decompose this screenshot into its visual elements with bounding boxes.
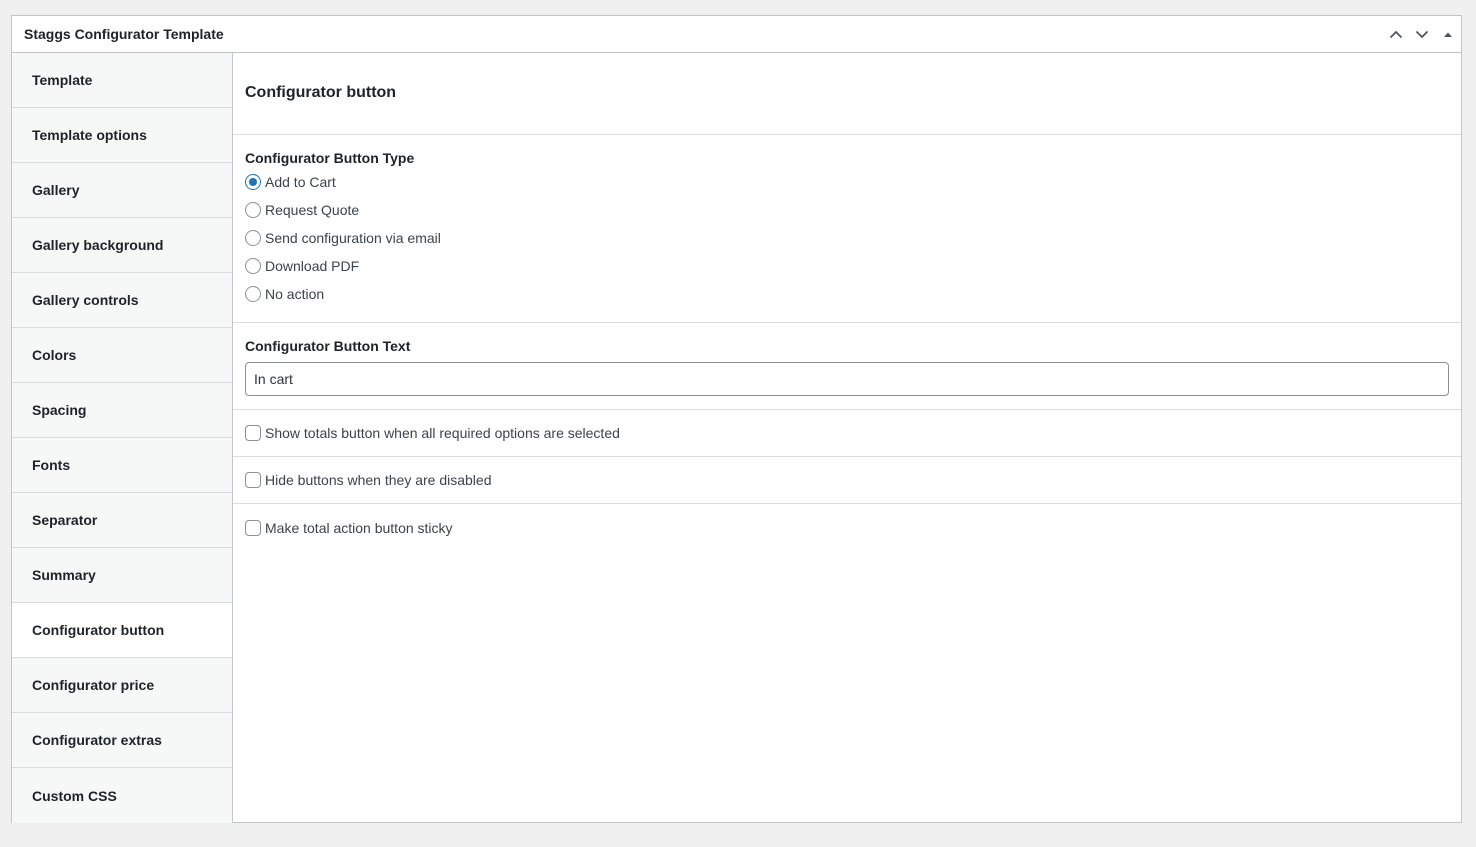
radio-button[interactable] bbox=[245, 174, 261, 190]
panel-body: Template Template options Gallery Galler… bbox=[12, 53, 1461, 823]
sidebar-item-configurator-extras[interactable]: Configurator extras bbox=[12, 713, 232, 768]
triangle-up-icon bbox=[1444, 32, 1452, 37]
radio-option-request-quote[interactable]: Request Quote bbox=[245, 196, 1449, 224]
sticky-button-option[interactable]: Make total action button sticky bbox=[233, 504, 1461, 551]
sidebar-item-template[interactable]: Template bbox=[12, 53, 232, 108]
sidebar-item-custom-css[interactable]: Custom CSS bbox=[12, 768, 232, 823]
sidebar-item-label: Template bbox=[32, 72, 93, 88]
sidebar-item-label: Separator bbox=[32, 512, 98, 528]
show-totals-option[interactable]: Show totals button when all required opt… bbox=[233, 410, 1461, 457]
toggle-panel-button[interactable] bbox=[1435, 16, 1461, 52]
button-type-options: Add to Cart Request Quote Send configura… bbox=[245, 168, 1449, 308]
radio-option-send-email[interactable]: Send configuration via email bbox=[245, 224, 1449, 252]
sidebar-item-label: Configurator price bbox=[32, 677, 155, 693]
checkbox-label: Hide buttons when they are disabled bbox=[265, 472, 492, 488]
sidebar-item-label: Gallery background bbox=[32, 237, 164, 253]
template-settings-panel: Staggs Configurator Template Template Te… bbox=[11, 15, 1462, 823]
sidebar-item-label: Fonts bbox=[32, 457, 71, 473]
sidebar-item-colors[interactable]: Colors bbox=[12, 328, 232, 383]
radio-option-label: Send configuration via email bbox=[265, 230, 441, 246]
radio-option-label: Add to Cart bbox=[265, 174, 336, 190]
checkbox-label: Show totals button when all required opt… bbox=[265, 425, 620, 441]
sidebar-item-gallery[interactable]: Gallery bbox=[12, 163, 232, 218]
panel-header: Staggs Configurator Template bbox=[12, 16, 1461, 53]
sidebar-item-spacing[interactable]: Spacing bbox=[12, 383, 232, 438]
radio-button[interactable] bbox=[245, 258, 261, 274]
sidebar-item-configurator-button[interactable]: Configurator button bbox=[12, 603, 232, 658]
radio-option-label: No action bbox=[265, 286, 325, 302]
sidebar-item-configurator-price[interactable]: Configurator price bbox=[12, 658, 232, 713]
sidebar-item-label: Template options bbox=[32, 127, 147, 143]
radio-option-no-action[interactable]: No action bbox=[245, 280, 1449, 308]
sidebar-item-label: Spacing bbox=[32, 402, 87, 418]
radio-button[interactable] bbox=[245, 202, 261, 218]
settings-sidebar: Template Template options Gallery Galler… bbox=[12, 53, 233, 823]
sidebar-item-label: Custom CSS bbox=[32, 787, 117, 804]
sidebar-item-summary[interactable]: Summary bbox=[12, 548, 232, 603]
sidebar-item-label: Summary bbox=[32, 567, 96, 583]
move-down-button[interactable] bbox=[1409, 16, 1435, 52]
sidebar-item-label: Gallery controls bbox=[32, 292, 139, 308]
sidebar-item-fonts[interactable]: Fonts bbox=[12, 438, 232, 493]
button-text-field: Configurator Button Text bbox=[233, 323, 1461, 410]
sidebar-item-template-options[interactable]: Template options bbox=[12, 108, 232, 163]
panel-header-controls bbox=[1383, 16, 1461, 52]
section-title: Configurator button bbox=[245, 83, 397, 101]
sidebar-item-label: Colors bbox=[32, 347, 77, 363]
hide-disabled-buttons-option[interactable]: Hide buttons when they are disabled bbox=[233, 457, 1461, 504]
button-text-input[interactable] bbox=[245, 362, 1449, 396]
chevron-up-icon bbox=[1389, 30, 1403, 38]
show-totals-checkbox[interactable] bbox=[245, 425, 261, 441]
radio-option-label: Download PDF bbox=[265, 258, 360, 274]
sidebar-item-label: Configurator button bbox=[32, 622, 165, 638]
sticky-button-checkbox[interactable] bbox=[245, 519, 261, 536]
checkbox-label: Make total action button sticky bbox=[265, 519, 453, 536]
sidebar-item-gallery-background[interactable]: Gallery background bbox=[12, 218, 232, 273]
radio-option-add-to-cart[interactable]: Add to Cart bbox=[245, 168, 1449, 196]
settings-content: Configurator button Configurator Button … bbox=[233, 53, 1461, 822]
button-type-label: Configurator Button Type bbox=[245, 150, 415, 166]
button-type-field: Configurator Button Type Add to Cart Req… bbox=[233, 135, 1461, 323]
radio-option-label: Request Quote bbox=[265, 202, 360, 218]
button-text-label: Configurator Button Text bbox=[245, 338, 411, 354]
section-header: Configurator button bbox=[233, 53, 1461, 135]
sidebar-item-separator[interactable]: Separator bbox=[12, 493, 232, 548]
radio-button[interactable] bbox=[245, 230, 261, 246]
sidebar-item-gallery-controls[interactable]: Gallery controls bbox=[12, 273, 232, 328]
hide-disabled-checkbox[interactable] bbox=[245, 472, 261, 488]
sidebar-item-label: Gallery bbox=[32, 182, 80, 198]
sidebar-item-label: Configurator extras bbox=[32, 732, 162, 748]
panel-title: Staggs Configurator Template bbox=[24, 26, 224, 42]
move-up-button[interactable] bbox=[1383, 16, 1409, 52]
radio-option-download-pdf[interactable]: Download PDF bbox=[245, 252, 1449, 280]
radio-button[interactable] bbox=[245, 286, 261, 302]
chevron-down-icon bbox=[1415, 30, 1429, 38]
